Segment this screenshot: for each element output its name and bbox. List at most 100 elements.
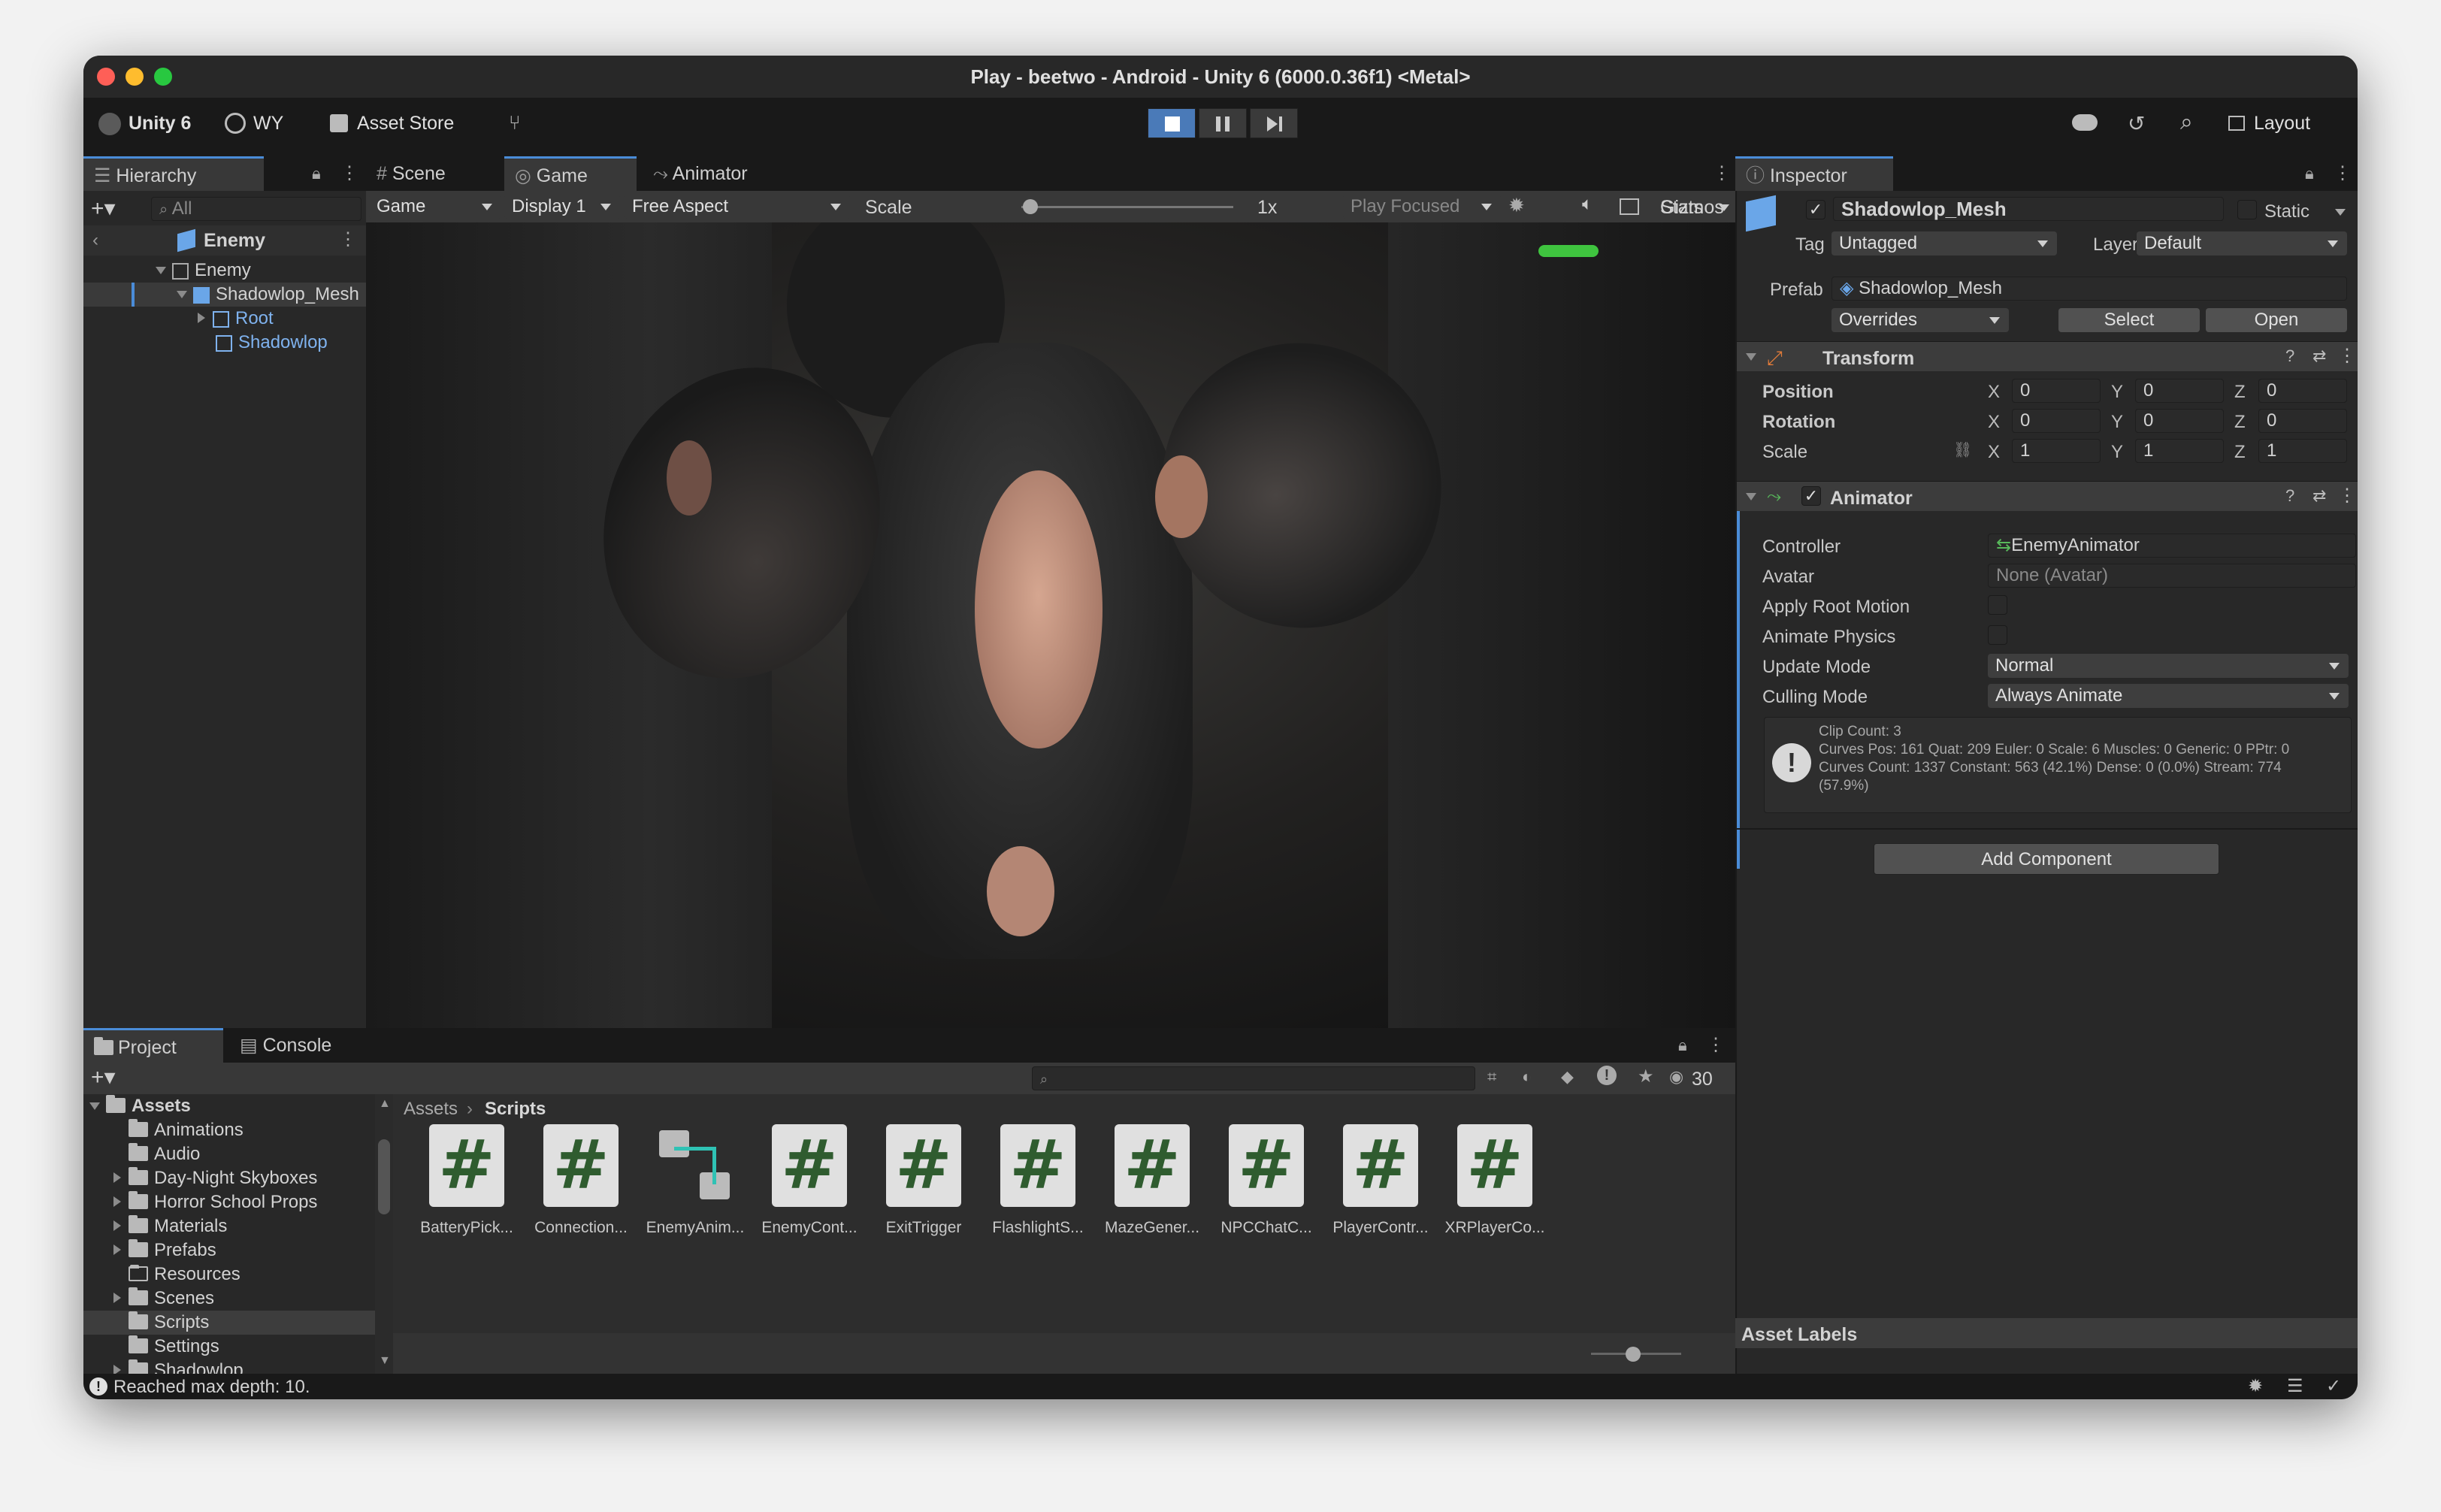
search-icon[interactable]: ⌕	[2180, 110, 2193, 135]
object-name-input[interactable]: Shadowlop_Mesh	[1833, 197, 2224, 221]
progress-check-icon[interactable]: ✓	[2326, 1375, 2341, 1397]
version-control-icon[interactable]: ⑂	[509, 111, 521, 135]
tab-game[interactable]: ◎ Game	[504, 156, 637, 191]
tab-inspector[interactable]: ⓘ Inspector	[1735, 156, 1893, 191]
asset-labels-bar[interactable]: Asset Labels	[1735, 1318, 2358, 1348]
animator-header[interactable]: ⤳ ✓ Animator ? ⇄ ⋮	[1737, 481, 2358, 511]
script-asset-icon[interactable]: #	[772, 1124, 847, 1207]
culling-mode-dropdown[interactable]: Always Animate	[1988, 684, 2349, 708]
animator-controller-asset-icon[interactable]	[658, 1124, 733, 1207]
scene-header-row[interactable]: ‹ Enemy ⋮	[83, 225, 366, 256]
folder-shadowlop[interactable]: Shadowlop	[113, 1359, 243, 1374]
game-mode-dropdown[interactable]: Game	[369, 195, 501, 219]
hierarchy-search-input[interactable]: ⌕ All	[151, 197, 361, 221]
gizmos-button[interactable]: Gizmos	[1660, 197, 1724, 219]
icon-size-slider-handle[interactable]	[1626, 1347, 1641, 1362]
tab-hierarchy[interactable]: ☰ Hierarchy	[83, 156, 264, 191]
tab-animator[interactable]: ⤳ Animator	[643, 156, 793, 191]
scrollbar-thumb[interactable]	[378, 1139, 390, 1214]
rotation-y-field[interactable]: 0	[2135, 409, 2224, 433]
lock-icon[interactable]: 🔒︎	[312, 164, 321, 183]
static-dropdown-arrow[interactable]	[2335, 209, 2346, 216]
rotation-z-field[interactable]: 0	[2258, 409, 2347, 433]
project-menu-icon[interactable]: ⋮	[1707, 1034, 1725, 1056]
select-button[interactable]: Select	[2058, 308, 2200, 332]
add-object-button[interactable]: +▾	[91, 195, 116, 222]
debug-bug-icon[interactable]: ✹	[2248, 1375, 2263, 1397]
add-component-button[interactable]: Add Component	[1874, 843, 2219, 875]
update-mode-dropdown[interactable]: Normal	[1988, 654, 2349, 678]
animator-enabled-checkbox[interactable]: ✓	[1801, 486, 1821, 506]
account-icon[interactable]	[225, 113, 246, 134]
avatar-field[interactable]: None (Avatar)	[1988, 564, 2356, 588]
breadcrumb-scripts[interactable]: Scripts	[485, 1099, 546, 1120]
open-button[interactable]: Open	[2206, 308, 2347, 332]
pause-button[interactable]	[1199, 108, 1247, 138]
script-asset-icon[interactable]: #	[1343, 1124, 1418, 1207]
search-by-type-icon[interactable]: ⌗	[1487, 1067, 1496, 1087]
scale-slider-track[interactable]	[1021, 206, 1233, 208]
scale-y-field[interactable]: 1	[2135, 439, 2224, 463]
view-menu-icon[interactable]: ⋮	[1713, 162, 1731, 184]
step-button[interactable]	[1250, 108, 1298, 138]
script-asset-icon[interactable]: #	[1115, 1124, 1190, 1207]
apply-root-motion-checkbox[interactable]	[1988, 595, 2007, 615]
rotation-x-field[interactable]: 0	[2012, 409, 2101, 433]
aspect-dropdown[interactable]: Free Aspect	[625, 195, 850, 219]
inspector-menu-icon[interactable]: ⋮	[2334, 162, 2352, 184]
asset-store-dropdown[interactable]: Asset Store	[357, 113, 454, 135]
layout-dropdown[interactable]: Layout	[2254, 113, 2310, 135]
script-asset-icon[interactable]: #	[429, 1124, 504, 1207]
tree-item-shadowlop-mesh[interactable]: Shadowlop_Mesh	[177, 283, 366, 307]
label-tag-icon[interactable]: ◆	[1561, 1067, 1574, 1087]
search-by-label-icon[interactable]: ◐	[1522, 1067, 1532, 1087]
scene-menu-icon[interactable]: ⋮	[339, 228, 357, 250]
scale-slider-handle[interactable]	[1023, 199, 1038, 214]
chevron-down-icon[interactable]	[1719, 204, 1729, 211]
overrides-dropdown[interactable]: Overrides	[1832, 308, 2009, 332]
project-lock-icon[interactable]: 🔒︎	[1678, 1036, 1687, 1055]
history-icon[interactable]: ↺	[2128, 111, 2145, 136]
folder-scripts[interactable]: Scripts	[129, 1311, 209, 1335]
animate-physics-checkbox[interactable]	[1988, 625, 2007, 645]
component-menu-icon[interactable]: ⋮	[2338, 345, 2356, 367]
constrain-proportions-icon[interactable]: ⛓	[1953, 440, 1972, 459]
tree-item-enemy[interactable]: Enemy	[156, 259, 251, 283]
folder-resources[interactable]: Resources	[129, 1263, 240, 1287]
cache-server-icon[interactable]: ☰	[2287, 1375, 2303, 1397]
position-x-field[interactable]: 0	[2012, 379, 2101, 403]
script-asset-icon[interactable]: #	[1229, 1124, 1304, 1207]
favorites-star-icon[interactable]: ★	[1638, 1066, 1654, 1087]
breadcrumb-assets[interactable]: Assets	[404, 1099, 458, 1120]
inspector-lock-icon[interactable]: 🔒︎	[2305, 164, 2314, 183]
create-asset-button[interactable]: +▾	[91, 1064, 116, 1090]
preset-icon[interactable]: ⇄	[2312, 346, 2326, 366]
folder-prefabs[interactable]: Prefabs	[113, 1238, 216, 1263]
layer-dropdown[interactable]: Default	[2137, 231, 2347, 256]
help-icon[interactable]: ?	[2285, 346, 2294, 366]
folder-horror-school-props[interactable]: Horror School Props	[113, 1190, 317, 1214]
folder-day-night-skyboxes[interactable]: Day-Night Skyboxes	[113, 1166, 317, 1190]
tab-scene[interactable]: # Scene	[366, 156, 498, 191]
scroll-up-arrow[interactable]: ▲	[379, 1097, 391, 1111]
static-checkbox[interactable]	[2237, 200, 2257, 219]
folder-assets[interactable]: Assets	[89, 1094, 191, 1118]
grid-icon[interactable]	[1620, 198, 1639, 215]
prefab-field[interactable]: ◈ Shadowlop_Mesh	[1832, 277, 2347, 301]
folder-materials[interactable]: Materials	[113, 1214, 227, 1238]
cloud-icon[interactable]	[2072, 114, 2098, 131]
transform-header[interactable]: ⤢ Transform ? ⇄ ⋮	[1737, 341, 2358, 371]
tree-item-root[interactable]: Root	[198, 307, 274, 331]
script-asset-icon[interactable]: #	[1000, 1124, 1075, 1207]
tag-dropdown[interactable]: Untagged	[1832, 231, 2057, 256]
preset-icon[interactable]: ⇄	[2312, 486, 2326, 506]
position-y-field[interactable]: 0	[2135, 379, 2224, 403]
component-menu-icon[interactable]: ⋮	[2338, 485, 2356, 507]
folder-tree-scrollbar[interactable]: ▲ ▼	[375, 1094, 393, 1374]
play-mode-dropdown[interactable]: Play Focused	[1343, 195, 1501, 219]
game-viewport[interactable]	[366, 222, 1735, 1028]
account-dropdown[interactable]: WY	[253, 113, 283, 135]
tab-project[interactable]: Project	[83, 1028, 223, 1063]
scroll-down-arrow[interactable]: ▼	[379, 1354, 391, 1368]
error-filter-icon[interactable]: !	[1597, 1066, 1617, 1085]
